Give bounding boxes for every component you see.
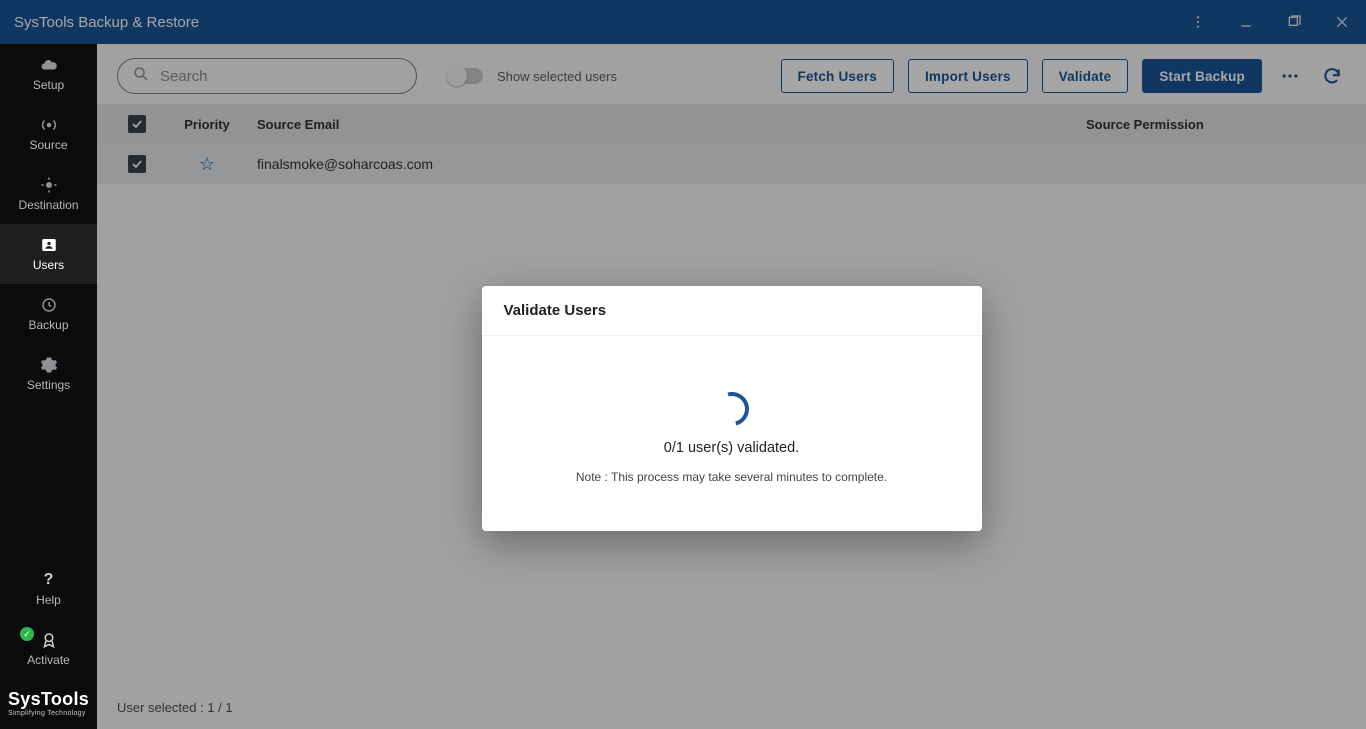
loading-spinner-icon	[708, 385, 754, 431]
modal-title: Validate Users	[482, 286, 982, 336]
window-title: SysTools Backup & Restore	[14, 14, 1174, 31]
maximize-button[interactable]	[1270, 0, 1318, 44]
broadcast-icon	[40, 116, 58, 134]
brand-name: SysTools	[8, 689, 97, 710]
sidebar-item-label: Settings	[27, 378, 70, 392]
sidebar-item-source[interactable]: Source	[0, 104, 97, 164]
sidebar-item-label: Activate	[27, 653, 70, 667]
user-card-icon	[40, 236, 58, 254]
sidebar-item-destination[interactable]: Destination	[0, 164, 97, 224]
target-icon	[40, 176, 58, 194]
activated-check-icon: ✓	[20, 627, 34, 641]
sidebar-item-activate[interactable]: ✓ Activate	[0, 619, 97, 679]
sidebar-item-label: Destination	[18, 198, 78, 212]
kebab-menu-icon[interactable]	[1174, 0, 1222, 44]
sidebar-item-label: Setup	[33, 78, 64, 92]
sidebar-item-settings[interactable]: Settings	[0, 344, 97, 404]
close-button[interactable]	[1318, 0, 1366, 44]
sidebar-item-backup[interactable]: Backup	[0, 284, 97, 344]
sidebar-item-label: Backup	[28, 318, 68, 332]
brand: SysTools Simplifying Technology	[0, 679, 97, 729]
badge-icon	[40, 631, 58, 649]
sidebar: Setup Source Destination Users Backup	[0, 44, 97, 729]
sidebar-item-users[interactable]: Users	[0, 224, 97, 284]
validation-note-text: Note : This process may take several min…	[576, 470, 887, 484]
sidebar-item-help[interactable]: ? Help	[0, 559, 97, 619]
title-bar: SysTools Backup & Restore	[0, 0, 1366, 44]
sidebar-item-setup[interactable]: Setup	[0, 44, 97, 104]
gear-icon	[40, 356, 58, 374]
help-icon: ?	[40, 571, 58, 589]
sidebar-item-label: Help	[36, 593, 61, 607]
cloud-icon	[40, 56, 58, 74]
brand-tagline: Simplifying Technology	[8, 710, 97, 717]
history-icon	[40, 296, 58, 314]
main-content: Show selected users Fetch Users Import U…	[97, 44, 1366, 729]
sidebar-item-label: Source	[29, 138, 67, 152]
validation-progress-text: 0/1 user(s) validated.	[664, 440, 799, 456]
minimize-button[interactable]	[1222, 0, 1270, 44]
sidebar-item-label: Users	[33, 258, 64, 272]
validate-users-modal: Validate Users 0/1 user(s) validated. No…	[482, 286, 982, 531]
